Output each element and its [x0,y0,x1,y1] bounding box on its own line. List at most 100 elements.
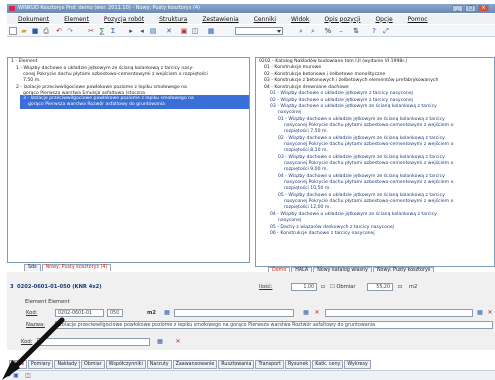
tab-katk-ceny[interactable]: Katk. ceny [312,360,344,369]
kod2-input[interactable] [37,338,150,346]
help-icon[interactable]: ? [370,27,378,35]
paste-icon[interactable]: ◫ [191,27,199,35]
menu-element[interactable]: Element [64,16,89,23]
tab-naklady[interactable]: Nakłady [54,360,80,369]
tab-zaawansowanie[interactable]: Zaawansowanie [172,360,218,369]
tab-transport[interactable]: Transport [255,360,284,369]
cross-icon[interactable]: ✕ [165,27,173,35]
menu-opis[interactable]: Opis pozycji [324,16,360,23]
catalog-row-cont: rozpiętości 9,00 m. [284,167,328,172]
window-title: WINKUD Kosztorys Prof. demo (wer. 2011.1… [18,5,201,11]
estimate-tree-panel[interactable]: 1 - Element 1 - Wiązby dachowe o układzi… [7,57,250,263]
catalog-row-cont: nasyconej [278,218,302,223]
kod2-lookup-icon[interactable]: ▦ [155,338,165,346]
kod-number-input[interactable]: 050 [107,309,123,317]
tab-sds[interactable]: Sds [24,264,41,271]
catalog-row[interactable]: 01 - Konstrukcje murowe [264,65,321,71]
dash-icon[interactable]: – [337,27,345,35]
menu-struktura[interactable]: Struktura [159,16,187,23]
tab-obmiar[interactable]: Obmiar [80,360,105,369]
tab-nowy-kosztorys[interactable]: Nowy: Pusty kosztorys (4) [41,264,112,271]
status-icon: ▣ [13,372,19,379]
tab-opis[interactable]: Opis [9,360,28,369]
catalog-row[interactable]: 03 - Konstrukcje z betonowych i żelbetow… [264,78,438,84]
print-icon[interactable]: ⎙ [42,27,50,35]
kod-extra-input[interactable] [174,309,294,317]
new-doc-icon[interactable] [9,27,17,35]
left-tabs: Sds Nowy: Pusty kosztorys (4) [24,264,112,271]
kod-desc-clear-icon[interactable]: ✕ [485,309,495,317]
nazwa-label: Nazwa: [26,322,45,328]
sigma-icon[interactable]: Σ [109,27,117,35]
kod-input[interactable]: 0202-0601-01 [55,309,104,317]
kod-unit: m2 [147,310,157,316]
tree-row-selected[interactable]: 3 - Izolacje przeciwwilgociowe powłokowe… [20,95,249,109]
obmiar-input[interactable]: 55,20 [367,283,393,291]
kod-lookup-icon[interactable]: ▦ [162,309,172,317]
kod2-label: Kod: [21,339,33,345]
position-number: 3 [10,284,14,290]
save-icon[interactable]: ■ [31,27,39,35]
tree-root-element[interactable]: 1 - Element [11,59,38,65]
menu-cenniki[interactable]: Cenniki [254,16,276,23]
menu-opcje[interactable]: Opcje [375,16,392,23]
ilosc-input[interactable]: 1,00 [291,283,317,291]
obmiar-checkbox-label[interactable]: ☐ Obmiar [330,284,356,290]
bottom-tabs: Opis Pomiary Nakłady Obmiar Współczynnik… [7,360,495,369]
sum-icon[interactable]: ∑ [98,27,106,35]
kod-clear-icon[interactable]: ✕ [312,309,322,317]
ilosc-button[interactable]: ▫ [318,283,328,291]
shuffle-icon[interactable]: ⇅ [352,27,360,35]
menu-zestawienia[interactable]: Zestawienia [202,16,238,23]
position-code: 0202-0601-01-050 (KNR 4x2) [17,284,102,290]
binoculars-icon[interactable]: ⌕ [297,27,305,35]
kod-catalog-icon[interactable]: ▦ [301,309,311,317]
kod2-clear-icon[interactable]: ✕ [173,338,183,346]
tab-wspolczynniki[interactable]: Współczynniki [105,360,146,369]
menu-widok[interactable]: Widok [291,16,309,23]
arrow-right-icon[interactable]: ▸ [127,27,135,35]
cut-icon[interactable]: ✂ [87,27,95,35]
tree-row-1-cont: conej Pokrycie dachu płytami azbestowo-c… [23,72,208,77]
tab-pomiary[interactable]: Pomiary [28,360,54,369]
tree-icon[interactable]: ▤ [149,27,157,35]
kod-desc-lookup-icon[interactable]: ▦ [475,309,485,317]
minimize-button[interactable]: _ [452,5,463,12]
catalog-row[interactable]: 06 - Konstrukcje dachowe z tarcicy nasyc… [270,231,375,237]
calc-icon[interactable]: ▦ [207,27,215,35]
nazwa-input[interactable]: Izolacje przeciwwilgociowe powłokowe poz… [55,321,493,329]
open-folder-icon[interactable]: ▰ [20,27,28,35]
catalog-row-cont: nasyconej [278,110,302,115]
menu-pomoc[interactable]: Pomoc [408,16,428,23]
arrow-left-icon[interactable]: ◂ [138,27,146,35]
close-button[interactable]: × [478,5,489,12]
menu-pozycja[interactable]: Pozycja robót [104,16,144,23]
catalog-row-cont: rozpiętości 7,50 m. [284,129,328,134]
tab-rusztowania[interactable]: Rusztowania [218,360,255,369]
app-icon [9,6,15,11]
catalog-row[interactable]: 01 - Wiązby dachowe o układzie jętkowym … [270,91,413,97]
whatsthis-icon[interactable]: ⤢ [382,27,390,35]
obmiar-button[interactable]: ▫ [395,283,405,291]
kod-desc-input[interactable] [325,309,473,317]
element-label: Element Element [25,299,70,305]
tree-row-3-cont: gorąco Pierwsza warstwa Rozwór asfaltowy… [28,102,166,107]
redo-icon[interactable]: ↷ [66,27,74,35]
status-bar: ▣ ◫ [7,370,495,380]
tab-wykresy[interactable]: Wykresy [344,360,371,369]
tab-narzuty[interactable]: Narzuty [146,360,172,369]
catalog-tree-panel[interactable]: 0202 - Katalog Nakładów budowlane tom I,… [255,57,495,267]
application-window: { "window":{"title":"WINKUD Kosztorys Pr… [0,0,495,380]
toolbar-select[interactable] [235,27,283,35]
undo-icon[interactable]: ↶ [55,27,63,35]
copy-icon[interactable]: ▣ [180,27,188,35]
find-next-icon[interactable]: ⌕ [309,27,317,35]
maximize-button[interactable]: □ [465,5,476,12]
tab-rysunek[interactable]: Rysunek [284,360,312,369]
catalog-row-cont: rozpiętości 8,10 m. [284,148,328,153]
menu-dokument[interactable]: Dokument [18,16,49,23]
catalog-row-cont: rozpiętości 10,50 m. [284,186,331,191]
menu-bar: Dokument Element Pozycja robót Struktura… [7,14,495,24]
ilosc-label: Ilość: [259,284,273,290]
percent-icon[interactable]: % [324,27,332,35]
